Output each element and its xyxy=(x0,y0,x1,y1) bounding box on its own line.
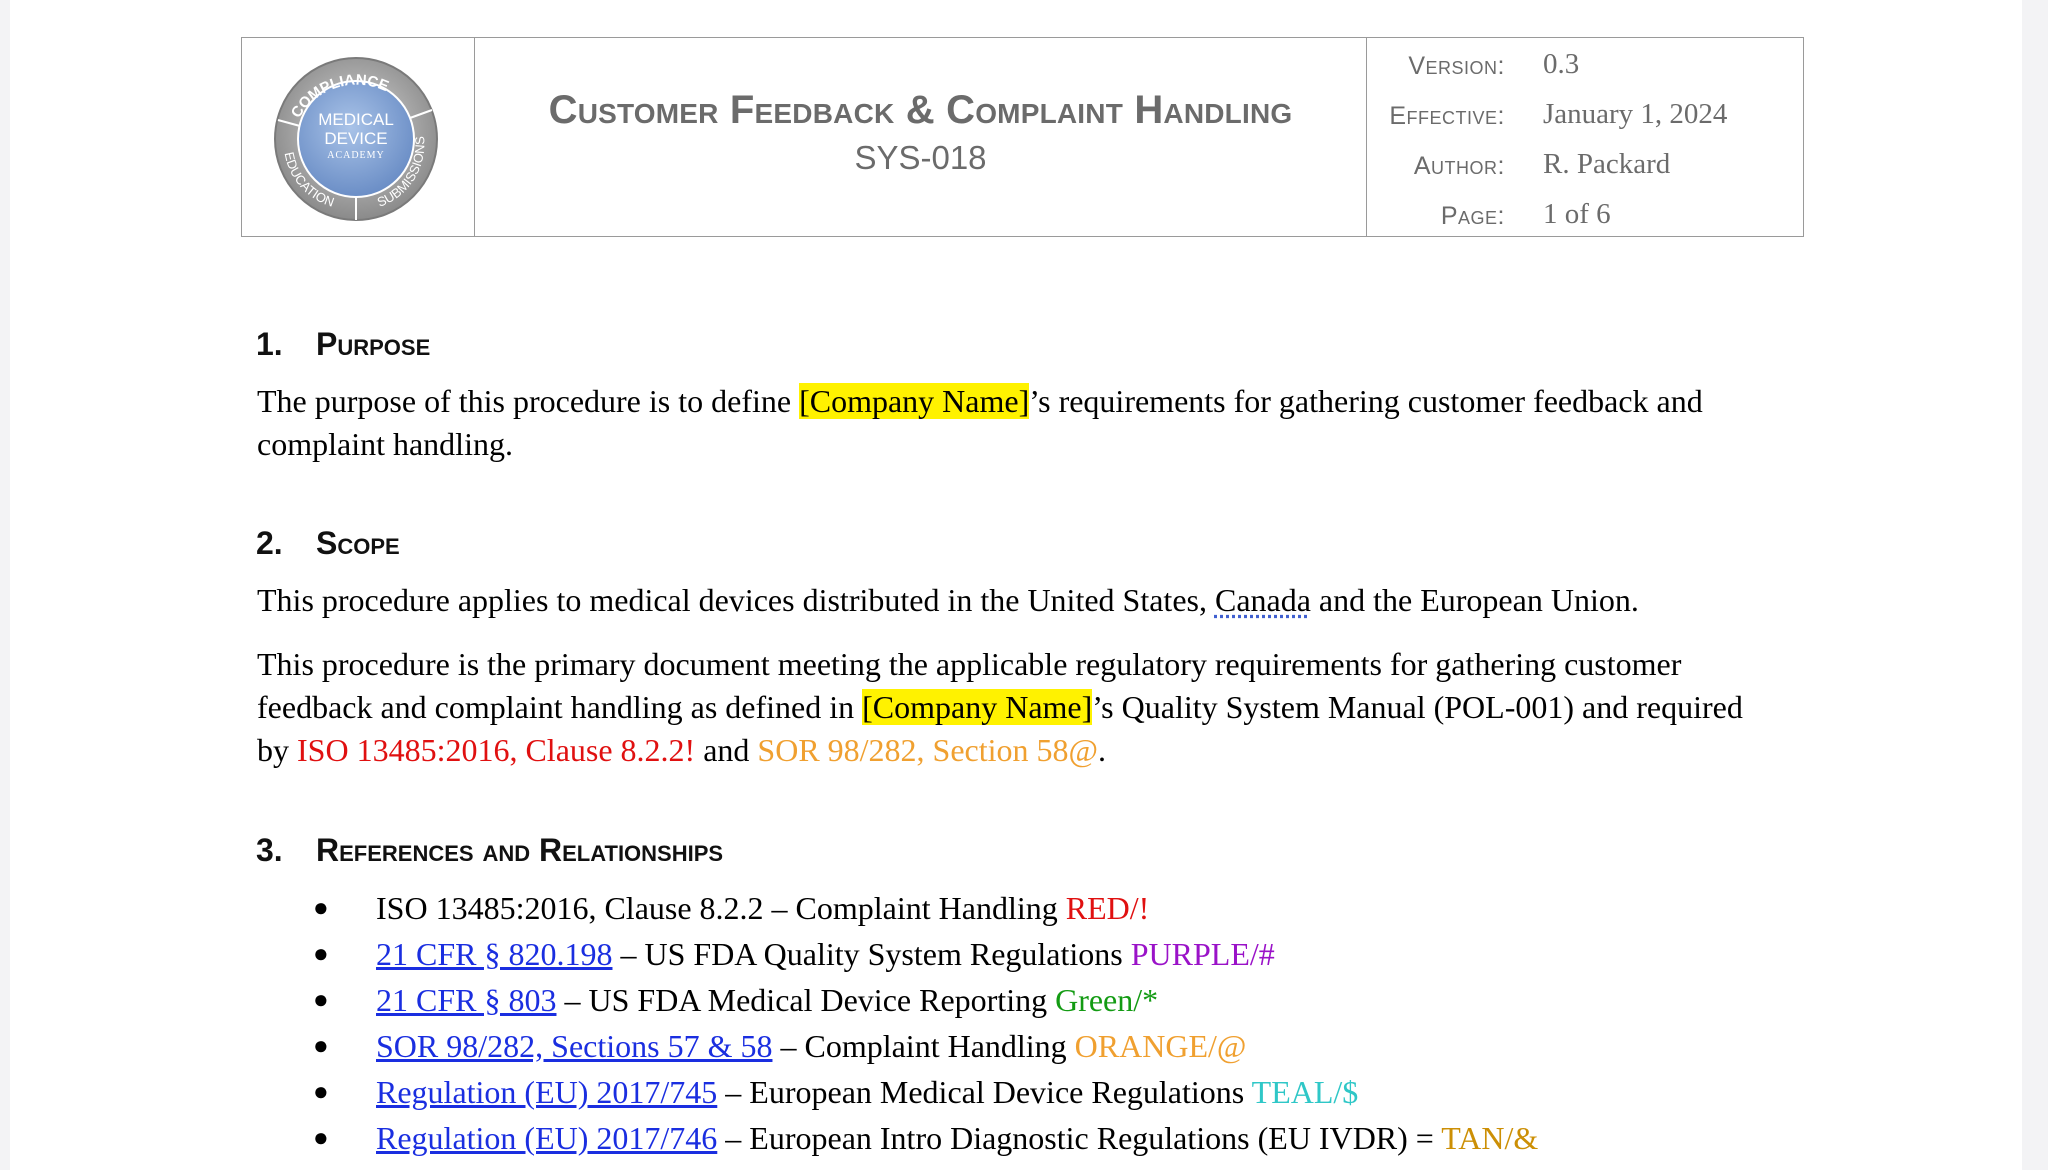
logo-cell: COMPLIANCE EDUCATION SUBMISSIONS MEDICAL… xyxy=(242,38,475,236)
text-run: by xyxy=(257,732,297,768)
text-run: This procedure applies to medical device… xyxy=(257,582,1215,618)
text-run: and the European Union. xyxy=(1310,582,1639,618)
color-tag: TAN/& xyxy=(1441,1120,1539,1156)
document-page: COMPLIANCE EDUCATION SUBMISSIONS MEDICAL… xyxy=(10,0,2022,1170)
meta-row-version: Version: 0.3 xyxy=(1367,46,1803,86)
list-item: ● Regulation (EU) 2017/745 – European Med… xyxy=(313,1069,1538,1115)
text-run: – Complaint Handling xyxy=(772,1028,1075,1064)
meta-label: Author: xyxy=(1413,152,1505,180)
heading-text: Purpose xyxy=(316,326,431,362)
purpose-paragraph: The purpose of this procedure is to defi… xyxy=(257,380,1817,466)
document-header-table: COMPLIANCE EDUCATION SUBMISSIONS MEDICAL… xyxy=(241,37,1804,237)
reference-link[interactable]: Regulation (EU) 2017/745 xyxy=(376,1074,717,1110)
meta-row-page: Page: 1 of 6 xyxy=(1367,196,1803,236)
heading-text: References and Relationships xyxy=(316,832,724,868)
text-run: . xyxy=(1098,732,1106,768)
meta-row-author: Author: R. Packard xyxy=(1367,146,1803,186)
text-run: ’s Quality System Manual (POL-001) and r… xyxy=(1092,689,1743,725)
heading-references: 3. References and Relationships xyxy=(256,832,723,869)
scope-paragraph-2: This procedure is the primary document m… xyxy=(257,643,1817,772)
meta-cell: Version: 0.3 Effective: January 1, 2024 … xyxy=(1367,38,1803,236)
scope-paragraph-1: This procedure applies to medical device… xyxy=(257,579,1817,622)
text-run: – US FDA Quality System Regulations xyxy=(612,936,1131,972)
bullet-icon: ● xyxy=(313,1077,329,1106)
meta-value: R. Packard xyxy=(1543,148,1671,180)
reference-link[interactable]: Regulation (EU) 2017/746 xyxy=(376,1120,717,1156)
bullet-icon: ● xyxy=(313,1123,329,1152)
heading-scope: 2. Scope xyxy=(256,525,400,562)
company-name-placeholder[interactable]: [Company Name] xyxy=(799,383,1030,419)
color-tag: ORANGE/@ xyxy=(1074,1028,1247,1064)
company-name-placeholder[interactable]: [Company Name] xyxy=(862,689,1093,725)
document-code: SYS-018 xyxy=(854,139,987,176)
text-run: – US FDA Medical Device Reporting xyxy=(556,982,1056,1018)
reference-link[interactable]: 21 CFR § 820.198 xyxy=(376,936,612,972)
references-list: ● ISO 13485:2016, Clause 8.2.2 – Complain… xyxy=(313,885,1538,1161)
logo-line-medical: MEDICAL xyxy=(318,110,394,129)
meta-label: Page: xyxy=(1440,202,1505,230)
text-run: – European Intro Diagnostic Regulations … xyxy=(717,1120,1442,1156)
bullet-icon: ● xyxy=(313,985,329,1014)
logo-line-device: DEVICE xyxy=(324,129,387,148)
bullet-icon: ● xyxy=(313,1031,329,1060)
text-run: ’s requirements for gathering customer f… xyxy=(1029,383,1703,419)
list-item: ● ISO 13485:2016, Clause 8.2.2 – Complain… xyxy=(313,885,1538,931)
meta-label: Version: xyxy=(1408,52,1505,80)
meta-value: 0.3 xyxy=(1543,48,1580,80)
color-tag: RED/! xyxy=(1065,890,1150,926)
list-item: ● Regulation (EU) 2017/746 – European Int… xyxy=(313,1115,1538,1161)
color-tag: TEAL/$ xyxy=(1251,1074,1359,1110)
meta-value: January 1, 2024 xyxy=(1543,98,1728,130)
title-cell: Customer Feedback & Complaint Handling S… xyxy=(475,38,1367,236)
text-run: – European Medical Device Regulations xyxy=(717,1074,1252,1110)
text-run: and xyxy=(695,732,758,768)
vertical-scrollbar[interactable] xyxy=(2022,0,2048,1170)
spellcheck-word-canada[interactable]: Canada xyxy=(1215,582,1311,618)
list-item: ● 21 CFR § 803 – US FDA Medical Device Re… xyxy=(313,977,1538,1023)
bullet-icon: ● xyxy=(313,939,329,968)
list-item: ● 21 CFR § 820.198 – US FDA Quality Syste… xyxy=(313,931,1538,977)
iso-reference-red: ISO 13485:2016, Clause 8.2.2! xyxy=(297,732,696,768)
document-title: Customer Feedback & Complaint Handling xyxy=(548,88,1293,132)
reference-link[interactable]: 21 CFR § 803 xyxy=(376,982,556,1018)
text-run: The purpose of this procedure is to defi… xyxy=(257,383,800,419)
heading-number: 2. xyxy=(256,525,283,561)
text-run: ISO 13485:2016, Clause 8.2.2 – Complaint… xyxy=(376,890,1066,926)
list-item: ● SOR 98/282, Sections 57 & 58 – Complain… xyxy=(313,1023,1538,1069)
text-run: This procedure is the primary document m… xyxy=(257,646,1682,682)
heading-text: Scope xyxy=(316,525,400,561)
sor-reference-orange: SOR 98/282, Section 58@ xyxy=(757,732,1098,768)
heading-number: 1. xyxy=(256,326,283,362)
color-tag: Green/* xyxy=(1055,982,1159,1018)
medical-device-academy-logo: COMPLIANCE EDUCATION SUBMISSIONS MEDICAL… xyxy=(274,57,438,221)
bullet-icon: ● xyxy=(313,893,329,922)
text-run: feedback and complaint handling as defin… xyxy=(257,689,863,725)
reference-link[interactable]: SOR 98/282, Sections 57 & 58 xyxy=(376,1028,772,1064)
heading-number: 3. xyxy=(256,832,283,868)
logo-line-academy: ACADEMY xyxy=(327,150,385,161)
meta-row-effective: Effective: January 1, 2024 xyxy=(1367,96,1803,136)
color-tag: PURPLE/# xyxy=(1130,936,1275,972)
heading-purpose: 1. Purpose xyxy=(256,326,430,363)
meta-label: Effective: xyxy=(1389,102,1505,130)
text-run: complaint handling. xyxy=(257,426,513,462)
meta-value: 1 of 6 xyxy=(1543,198,1611,230)
